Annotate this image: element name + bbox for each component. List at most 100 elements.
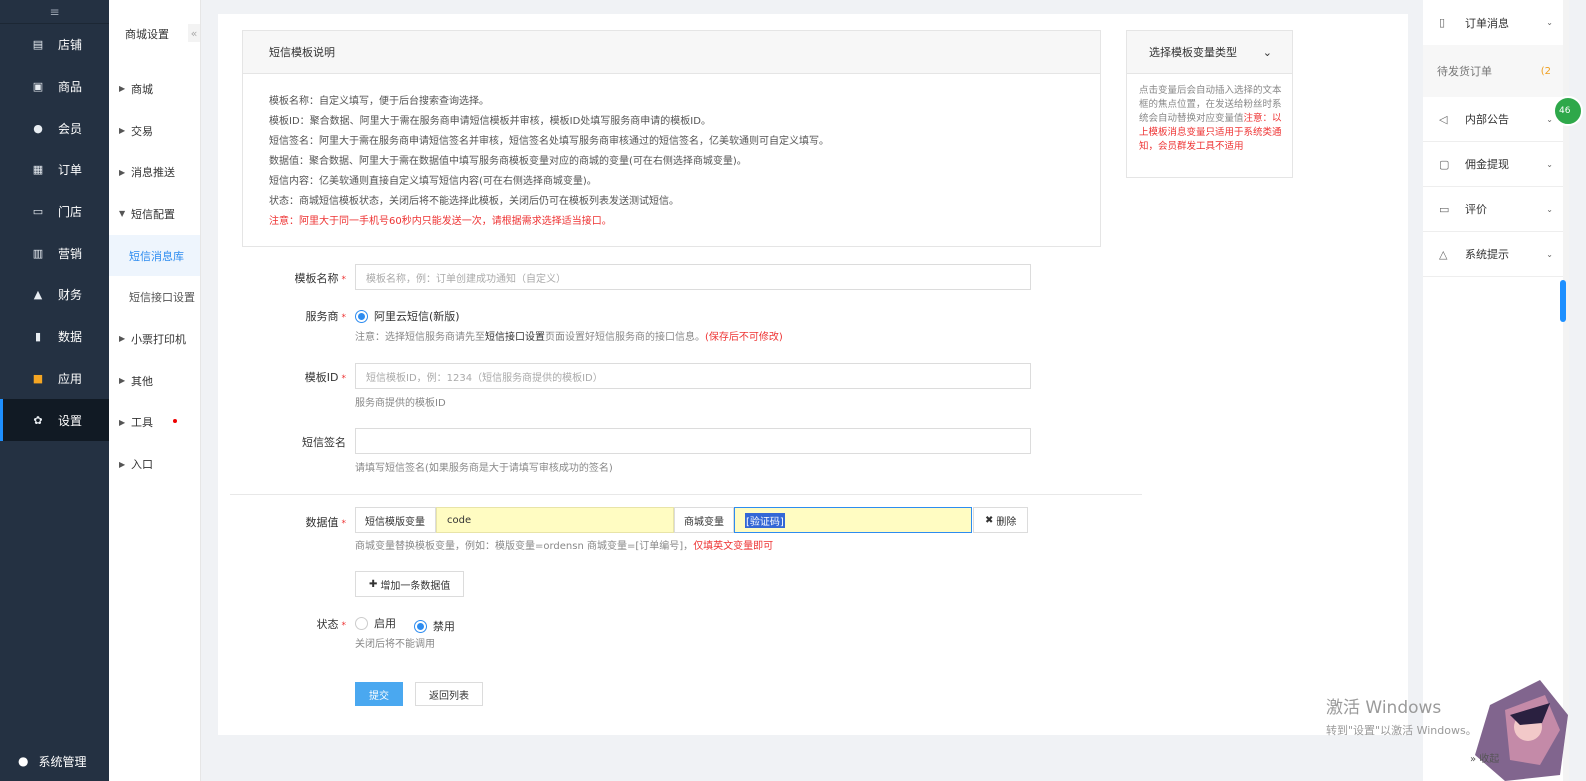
sms-sign-help: 请填写短信签名(如果服务商是大于请填写审核成功的签名)	[355, 463, 613, 474]
add-data-value-button[interactable]: ✚ 增加一条数据值	[355, 571, 465, 597]
anime-avatar-image	[1475, 680, 1568, 781]
rp-label: 系统提示	[1465, 248, 1509, 261]
subnav-item-label: 其他	[131, 374, 153, 388]
sidebar-bottom-label: 系统管理	[38, 754, 87, 769]
provider-radio-aliyun[interactable]: 阿里云短信(新版)	[355, 308, 460, 324]
rp-internal-notice[interactable]: ◁ 内部公告 ⌄	[1423, 97, 1563, 142]
chevron-down-icon: ⌄	[1546, 249, 1553, 259]
required-mark: *	[341, 313, 347, 323]
notification-badge[interactable]: 46	[1553, 96, 1583, 126]
collapse-icon[interactable]: «	[188, 24, 200, 42]
rp-order-msg[interactable]: ▯ 订单消息 ⌄	[1423, 0, 1563, 45]
chevron-down-icon: ⌄	[1262, 45, 1272, 59]
scrollbar-thumb[interactable]	[1560, 280, 1566, 322]
variable-type-desc: 点击变量后会自动插入选择的文本框的焦点位置，在发送给粉丝时系统会自动替换对应变量…	[1127, 74, 1292, 154]
sms-var-input[interactable]: code	[436, 507, 674, 533]
status-radio-disable[interactable]: 禁用	[413, 618, 455, 634]
provider-help: 注意：选择短信服务商请先至短信接口设置页面设置好短信服务商的接口信息。(保存后不…	[355, 328, 783, 343]
sidebar-item-order[interactable]: ▦ 订单	[0, 149, 109, 191]
template-name-input[interactable]: 模板名称，例：订单创建成功通知（自定义）	[355, 264, 1031, 290]
subnav-item-sms-interface[interactable]: 短信接口设置	[109, 276, 200, 318]
sidebar-item-label: 营销	[58, 246, 83, 261]
gift-icon: ▥	[32, 246, 44, 260]
menu-toggle-icon[interactable]: ≡	[0, 0, 109, 24]
sms-sign-label: 短信签名	[302, 436, 346, 449]
radio-unchecked-icon	[355, 616, 368, 630]
subnav-item-mall[interactable]: ▶ 商城	[109, 68, 200, 110]
subnav-item-ticket-printer[interactable]: ▶ 小票打印机	[109, 318, 200, 360]
sms-var-label: 短信模版变量	[355, 507, 436, 533]
sidebar-item-label: 订单	[58, 163, 83, 178]
variable-type-dropdown[interactable]: 选择模板变量类型 ⌄	[1127, 31, 1292, 74]
sidebar-item-settings[interactable]: ✿ 设置	[0, 399, 109, 441]
sidebar-item-goods[interactable]: ▣ 商品	[0, 66, 109, 108]
subnav-item-label: 短信配置	[131, 207, 175, 221]
sidebar-item-finance[interactable]: ▲ 财务	[0, 274, 109, 316]
help-warning: 仅填英文变量即可	[693, 541, 774, 552]
rp-label: 内部公告	[1465, 113, 1509, 126]
sidebar-item-data[interactable]: ▮ 数据	[0, 316, 109, 358]
delete-button[interactable]: ✖ 删除	[973, 507, 1029, 533]
sidebar-item-label: 数据	[58, 330, 83, 345]
speaker-icon: ◁	[1439, 112, 1448, 126]
sms-sign-input[interactable]	[355, 428, 1031, 454]
sidebar-item-member[interactable]: ● 会员	[0, 107, 109, 149]
template-id-input[interactable]: 短信模板ID，例：1234（短信服务商提供的模板ID）	[355, 363, 1031, 389]
notice-warning: 注意：阿里大于同一手机号60秒内只能发送一次，请根据需求选择适当接口。	[269, 216, 612, 227]
radio-label: 禁用	[432, 620, 455, 633]
subnav-item-tools[interactable]: ▶ 工具	[109, 402, 200, 444]
subnav-item-message-push[interactable]: ▶ 消息推送	[109, 151, 200, 193]
notice-line: 模板ID：聚合数据、阿里大于需在服务商申请短信模板并审核，模板ID处填写服务商申…	[269, 116, 711, 127]
notice-line: 状态：商城短信模板状态，关闭后将不能选择此模板，关闭后仍可在模板列表发送测试短信…	[269, 196, 679, 207]
subnav-item-entry[interactable]: ▶ 入口	[109, 443, 200, 485]
right-message-panel: ▯ 订单消息 ⌄ 待发货订单 (2 ◁ 内部公告 ⌄ ▢ 佣金提现 ⌄ ▭ 评价 ⌄ △ 系统提示 ⌄	[1423, 0, 1563, 781]
admin-icon: ●	[18, 754, 29, 768]
mall-var-input[interactable]: [验证码]	[734, 507, 972, 533]
sidebar-item-apps[interactable]: ■ 应用	[0, 358, 109, 400]
sidebar-item-store[interactable]: ▤ 店铺	[0, 24, 109, 66]
caret-right-icon: ▶	[119, 167, 126, 177]
radio-checked-icon	[355, 309, 368, 323]
help-warning: (保存后不可修改)	[705, 332, 783, 343]
status-label: 状态 *	[218, 616, 347, 632]
radio-label: 阿里云短信(新版)	[374, 310, 460, 323]
back-to-list-button[interactable]: 返回列表	[415, 682, 483, 706]
sidebar-item-system[interactable]: ● 系统管理	[0, 741, 109, 781]
interface-settings-link[interactable]: 短信接口设置	[485, 332, 545, 343]
subnav-item-label: 入口	[131, 458, 153, 472]
status-radio-group: 启用 禁用	[355, 615, 469, 634]
subnav-item-sms-library[interactable]: 短信消息库	[109, 234, 200, 277]
chevron-down-icon: ⌄	[1546, 18, 1553, 27]
bell-icon: △	[1439, 247, 1448, 261]
rp-label: 待发货订单	[1437, 65, 1492, 78]
rp-commission[interactable]: ▢ 佣金提现 ⌄	[1423, 142, 1563, 187]
member-icon: ●	[33, 121, 43, 135]
subnav-item-sms-config[interactable]: ▼ 短信配置	[109, 193, 200, 235]
caret-right-icon: ▶	[119, 417, 126, 427]
sidebar-item-label: 应用	[58, 371, 83, 386]
status-radio-enable[interactable]: 启用	[355, 615, 396, 631]
notice-body: 模板名称：自定义填写，便于后台搜索查询选择。 模板ID：聚合数据、阿里大于需在服…	[243, 74, 1100, 232]
rp-pending-orders[interactable]: 待发货订单 (2	[1423, 45, 1563, 97]
sidebar-item-shop[interactable]: ▭ 门店	[0, 191, 109, 233]
subnav-item-trade[interactable]: ▶ 交易	[109, 110, 200, 152]
chevron-down-icon: ⌄	[1546, 159, 1553, 169]
main-panel: 短信模板说明 模板名称：自定义填写，便于后台搜索查询选择。 模板ID：聚合数据、…	[218, 14, 1408, 735]
goods-icon: ▣	[32, 80, 44, 94]
notice-line: 数据值：聚合数据、阿里大于需在数据值中填写服务商模板变量对应的商城的变量(可在右…	[269, 156, 747, 167]
sidebar-item-marketing[interactable]: ▥ 营销	[0, 232, 109, 274]
collapse-right-panel-link[interactable]: » 收起	[1470, 750, 1499, 765]
edit-icon: (2	[1540, 65, 1551, 77]
required-mark: *	[341, 519, 347, 529]
sidebar-item-label: 会员	[58, 121, 83, 136]
subnav-item-other[interactable]: ▶ 其他	[109, 360, 200, 402]
sidebar-item-label: 财务	[58, 288, 83, 303]
store-icon: ▤	[32, 38, 44, 52]
rp-system-tip[interactable]: △ 系统提示 ⌄	[1423, 232, 1563, 277]
subnav-item-label: 商城	[131, 82, 153, 96]
submit-button[interactable]: 提交	[355, 682, 403, 706]
rp-review[interactable]: ▭ 评价 ⌄	[1423, 187, 1563, 232]
label-text: 状态	[316, 618, 339, 631]
data-value-label: 数据值 *	[218, 514, 347, 530]
notice-line: 模板名称：自定义填写，便于后台搜索查询选择。	[269, 96, 489, 107]
